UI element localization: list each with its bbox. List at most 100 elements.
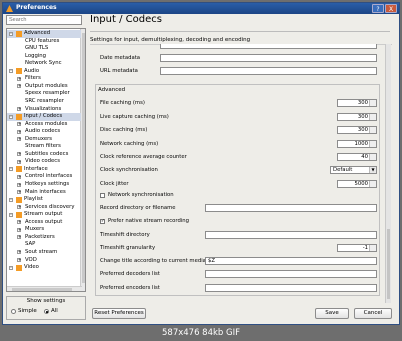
- expand-icon[interactable]: +: [17, 76, 21, 81]
- search-input[interactable]: [6, 15, 82, 25]
- tree-item[interactable]: SRC resampler: [7, 98, 81, 106]
- tree-item-label: Advanced: [24, 30, 51, 36]
- network-sync-checkbox[interactable]: [100, 193, 105, 198]
- expand-icon[interactable]: +: [17, 152, 21, 157]
- tree-item[interactable]: + Sout stream: [7, 249, 81, 257]
- collapse-icon[interactable]: -: [9, 31, 13, 36]
- tree-item[interactable]: + Video codecs: [7, 158, 81, 166]
- disc-caching-spinbox[interactable]: 300: [337, 126, 377, 134]
- prefer-native-checkbox[interactable]: ✓: [100, 219, 105, 224]
- date-metadata-input[interactable]: [160, 54, 377, 62]
- settings-vertical-scrollbar[interactable]: [385, 44, 391, 303]
- expand-icon[interactable]: +: [17, 174, 21, 179]
- tree-item[interactable]: + Output modules: [7, 83, 81, 91]
- live-caching-label: Live capture caching (ms): [100, 114, 169, 120]
- expand-icon[interactable]: +: [17, 235, 21, 240]
- category-icon: [16, 211, 22, 218]
- clock-average-spinbox[interactable]: 40: [337, 153, 377, 161]
- tree-item[interactable]: + Access output: [7, 219, 81, 227]
- file-caching-spinbox[interactable]: 300: [337, 99, 377, 107]
- network-caching-spinbox[interactable]: 1000: [337, 140, 377, 148]
- expand-icon[interactable]: +: [17, 129, 21, 134]
- tree-hscroll-thumb[interactable]: [12, 288, 72, 291]
- tree-item[interactable]: + Muxers: [7, 226, 81, 234]
- preferred-decoders-input[interactable]: [205, 270, 377, 278]
- collapse-icon[interactable]: -: [9, 212, 13, 217]
- change-title-input[interactable]: $Z: [205, 257, 377, 265]
- timeshift-granularity-spinbox[interactable]: -1: [337, 244, 377, 252]
- live-caching-spinbox[interactable]: 300: [337, 113, 377, 121]
- tree-horizontal-scrollbar[interactable]: [7, 286, 82, 291]
- tree-item[interactable]: GNU TLS: [7, 45, 81, 53]
- tree-item[interactable]: + Visualizations: [7, 106, 81, 114]
- collapse-icon[interactable]: -: [9, 69, 13, 74]
- expand-icon[interactable]: +: [17, 137, 21, 142]
- tree-item[interactable]: Logging: [7, 53, 81, 61]
- tree-item-label: Sout stream: [25, 248, 58, 255]
- tree-item[interactable]: + Filters: [7, 75, 81, 83]
- tree-item[interactable]: + Control interfaces: [7, 173, 81, 181]
- save-button[interactable]: Save: [315, 308, 349, 319]
- tree-item[interactable]: + Audio codecs: [7, 128, 81, 136]
- tree-item[interactable]: + Services discovery: [7, 204, 81, 212]
- expand-icon[interactable]: +: [17, 220, 21, 225]
- clock-average-label: Clock reference average counter: [100, 154, 187, 160]
- tree-item[interactable]: - Interface: [7, 166, 81, 174]
- url-metadata-input[interactable]: [160, 67, 377, 75]
- tree-item[interactable]: + Demuxers: [7, 136, 81, 144]
- all-radio[interactable]: [44, 309, 49, 314]
- clock-sync-select[interactable]: Default ▼: [330, 166, 377, 174]
- expand-icon[interactable]: +: [17, 227, 21, 232]
- settings-tree[interactable]: - Advanced CPU features GNU TLS Logging Netwo…: [6, 28, 86, 292]
- close-button[interactable]: X: [385, 4, 397, 13]
- tree-item[interactable]: + VOD: [7, 257, 81, 265]
- expand-icon[interactable]: +: [17, 205, 21, 210]
- expand-icon[interactable]: +: [17, 159, 21, 164]
- help-button[interactable]: ?: [372, 4, 384, 13]
- category-icon: [16, 166, 22, 173]
- expand-icon[interactable]: +: [17, 122, 21, 127]
- settings-scroll-thumb[interactable]: [387, 229, 390, 299]
- preferred-encoders-label: Preferred encoders list: [100, 285, 160, 291]
- tree-item[interactable]: + Access modules: [7, 121, 81, 129]
- tree-item[interactable]: - Stream output: [7, 211, 81, 219]
- cancel-button[interactable]: Cancel: [354, 308, 392, 319]
- expand-icon[interactable]: +: [17, 182, 21, 187]
- tree-item[interactable]: + Main interfaces: [7, 189, 81, 197]
- tree-item[interactable]: + Hotkeys settings: [7, 181, 81, 189]
- tree-item[interactable]: Network Sync: [7, 60, 81, 68]
- expand-icon[interactable]: +: [17, 190, 21, 195]
- reset-preferences-button[interactable]: Reset Preferences: [92, 308, 146, 319]
- tree-item[interactable]: - Audio: [7, 68, 81, 76]
- expand-icon[interactable]: +: [17, 258, 21, 262]
- tree-item[interactable]: - Input / Codecs: [7, 113, 81, 121]
- tree-item[interactable]: Stream filters: [7, 143, 81, 151]
- tree-item[interactable]: - Playlist: [7, 196, 81, 204]
- tree-item[interactable]: + Packetizers: [7, 234, 81, 242]
- tree-scroll-thumb[interactable]: [82, 33, 85, 283]
- expand-icon[interactable]: +: [17, 107, 21, 111]
- chevron-down-icon[interactable]: ▼: [369, 167, 376, 173]
- tree-item-label: Muxers: [25, 226, 45, 233]
- tree-item[interactable]: SAP: [7, 241, 81, 249]
- simple-radio[interactable]: [11, 309, 16, 314]
- timeshift-dir-input[interactable]: [205, 231, 377, 239]
- tree-item[interactable]: Speex resampler: [7, 90, 81, 98]
- clock-jitter-spinbox[interactable]: 5000: [337, 180, 377, 188]
- preferred-encoders-input[interactable]: [205, 284, 377, 292]
- record-dir-input[interactable]: [205, 204, 377, 212]
- tree-item[interactable]: - Video: [7, 264, 81, 272]
- collapse-icon[interactable]: -: [9, 197, 13, 202]
- collapse-icon[interactable]: -: [9, 265, 13, 270]
- expand-icon[interactable]: +: [17, 84, 21, 89]
- tree-item[interactable]: + Subtitles codecs: [7, 151, 81, 159]
- tree-item-label: Video codecs: [25, 158, 60, 165]
- tree-item[interactable]: - Advanced: [7, 30, 81, 38]
- all-radio-label: All: [51, 308, 58, 314]
- expand-icon[interactable]: +: [17, 250, 21, 255]
- image-caption: 587x476 84kb GIF: [162, 328, 240, 338]
- metadata-field-top[interactable]: [160, 44, 377, 49]
- collapse-icon[interactable]: -: [9, 167, 13, 172]
- collapse-icon[interactable]: -: [9, 114, 13, 119]
- tree-item[interactable]: CPU features: [7, 38, 81, 46]
